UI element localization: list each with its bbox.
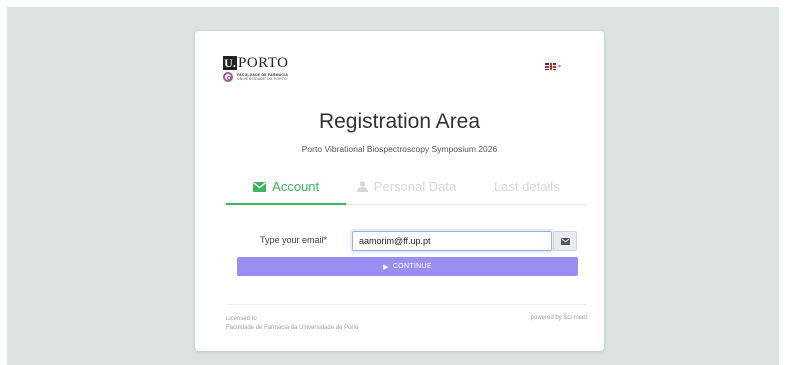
- university-logo: U. PORTO FACULDADE DE FARMÁCIA UNIVERSID…: [223, 56, 289, 82]
- page-background: U. PORTO FACULDADE DE FARMÁCIA UNIVERSID…: [7, 7, 779, 365]
- powered-by-link[interactable]: powered by Sci-meet: [531, 315, 587, 321]
- faculty-emblem-icon: [223, 72, 233, 82]
- registration-card: U. PORTO FACULDADE DE FARMÁCIA UNIVERSID…: [195, 31, 604, 351]
- logo-u-mark: U.: [223, 55, 237, 70]
- user-icon: [356, 181, 368, 192]
- chevron-down-icon: ▾: [558, 64, 562, 70]
- continue-label: CONTINUE: [392, 263, 432, 270]
- email-form-row: Type your email*: [195, 231, 604, 251]
- tab-personal-data-label: Personal Data: [373, 179, 457, 194]
- registration-steps: Account Personal Data Last details: [226, 169, 587, 205]
- page-title: Registration Area: [318, 110, 481, 133]
- tab-account[interactable]: Account: [226, 169, 347, 205]
- tab-account-label: Account: [272, 179, 320, 194]
- play-icon: ▶: [383, 263, 389, 271]
- language-selector[interactable]: ▾: [545, 63, 561, 70]
- email-input[interactable]: [352, 231, 552, 251]
- email-addon: [553, 231, 577, 251]
- licensee-name: Faculdade de Farmácia da Universidade do…: [226, 325, 359, 331]
- license-info: Licensed to Faculdade de Farmácia da Uni…: [226, 315, 358, 333]
- event-subtitle: Porto Vibrational Biospectroscopy Sympos…: [301, 144, 498, 154]
- tab-personal-data[interactable]: Personal Data: [346, 169, 466, 204]
- footer-divider: [226, 304, 587, 305]
- continue-button[interactable]: ▶ CONTINUE: [237, 257, 578, 276]
- logo-wordmark: PORTO: [238, 55, 289, 71]
- envelope-icon: [253, 181, 267, 192]
- envelope-icon: [560, 237, 570, 245]
- licensed-to-label: Licensed to: [226, 316, 257, 322]
- email-label: Type your email*: [260, 235, 328, 245]
- uk-flag-icon: [545, 63, 556, 70]
- tab-last-details[interactable]: Last details: [467, 169, 587, 204]
- faculty-name-line2: UNIVERSIDADE DO PORTO: [237, 77, 287, 81]
- tab-last-details-label: Last details: [493, 179, 560, 194]
